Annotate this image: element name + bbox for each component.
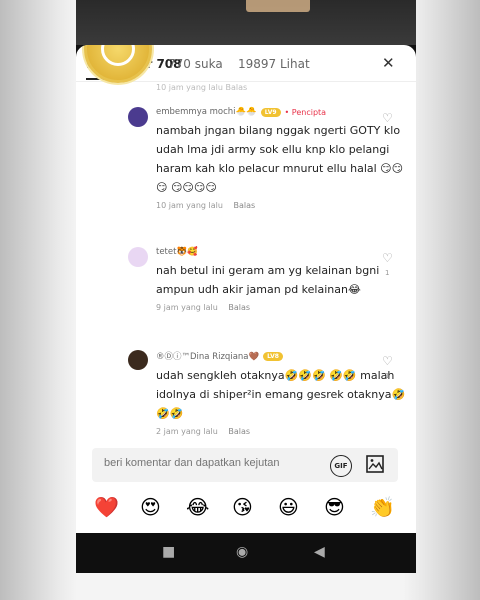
comment-text: nambah jngan bilang nggak ngerti GOTY kl… <box>156 124 404 194</box>
emoji-smile-icon[interactable]: 😃 <box>278 495 299 519</box>
emoji-clap-icon[interactable]: 👏 <box>370 495 395 519</box>
emoji-sunglasses-icon[interactable]: 😎 <box>324 495 345 519</box>
image-icon[interactable] <box>365 454 385 474</box>
recent-apps-icon[interactable]: ■ <box>162 544 175 560</box>
like-heart-icon[interactable]: ♡ <box>382 251 393 265</box>
emoji-heart-eyes-icon[interactable]: 😍 <box>140 495 161 519</box>
level-badge: LV8 <box>263 351 283 361</box>
comment-username[interactable]: embemmya mochi🐣🐣 LV9 • Pencipta <box>156 107 406 117</box>
avatar[interactable] <box>128 247 148 267</box>
gif-button[interactable]: GIF <box>330 455 352 477</box>
comment-sheet: Komentar 708 770 suka 19897 Lihat ✕ 10 j… <box>76 45 416 533</box>
like-count: 1 <box>385 269 390 277</box>
comment-item: embemmya mochi🐣🐣 LV9 • Pencipta nambah j… <box>156 107 406 210</box>
emoji-laugh-icon[interactable]: 😂 <box>186 495 209 519</box>
reply-button[interactable]: Balas <box>228 303 250 312</box>
comment-time: 10 jam yang lalu <box>156 201 223 210</box>
reply-button[interactable]: Balas <box>233 201 255 210</box>
tab-views[interactable]: 19897 Lihat <box>238 57 310 71</box>
avatar[interactable] <box>128 350 148 370</box>
emoji-quick-row: ❤️ 😍 😂 😘 😃 😎 👏 <box>76 490 416 526</box>
back-icon[interactable]: ◀ <box>314 544 325 560</box>
username-text: tetet🐯🥰 <box>156 247 198 257</box>
phone-screen: Komentar 708 770 suka 19897 Lihat ✕ 10 j… <box>76 0 416 573</box>
comment-text: udah sengkleh otaknya🤣🤣🤣 🤣🤣 malah idolny… <box>156 369 406 420</box>
comment-meta: 9 jam yang lalu Balas <box>156 303 406 312</box>
comment-meta: 2 jam yang lalu Balas <box>156 427 406 436</box>
creator-label: • Pencipta <box>284 107 327 117</box>
comment-input[interactable] <box>102 456 316 470</box>
comment-username[interactable]: ®Ⓓⓘ™Dina Rizqiana🤎 LV8 <box>156 350 406 362</box>
video-thumbnail <box>246 0 310 12</box>
emoji-kiss-icon[interactable]: 😘 <box>232 495 253 519</box>
like-heart-icon[interactable]: ♡ <box>382 111 393 125</box>
tab-likes[interactable]: 770 suka <box>168 57 223 71</box>
logo-ring <box>101 45 135 66</box>
video-strip <box>76 0 416 45</box>
comment-item: tetet🐯🥰 nah betul ini geram am yg kelain… <box>156 247 406 312</box>
comment-username[interactable]: tetet🐯🥰 <box>156 247 406 257</box>
avatar[interactable] <box>128 107 148 127</box>
system-nav-bar: ■ ◉ ◀ <box>76 533 416 573</box>
username-text: embemmya mochi🐣🐣 <box>156 107 257 117</box>
like-heart-icon[interactable]: ♡ <box>382 354 393 368</box>
comment-input-bar: GIF <box>92 448 398 482</box>
close-button[interactable]: ✕ <box>382 54 395 72</box>
reply-button[interactable]: Balas <box>228 427 250 436</box>
previous-comment-meta: 10 jam yang lalu Balas <box>156 83 248 92</box>
comment-item: ®Ⓓⓘ™Dina Rizqiana🤎 LV8 udah sengkleh ota… <box>156 350 406 436</box>
comment-time: 2 jam yang lalu <box>156 427 218 436</box>
like-count: 1 <box>385 372 390 380</box>
username-text: ®Ⓓⓘ™Dina Rizqiana🤎 <box>156 352 260 362</box>
comment-meta: 10 jam yang lalu Balas <box>156 201 406 210</box>
emoji-heart-icon[interactable]: ❤️ <box>94 495 119 519</box>
level-badge: LV9 <box>260 107 281 117</box>
comment-time: 9 jam yang lalu <box>156 303 218 312</box>
comment-text: nah betul ini geram am yg kelainan bgni … <box>156 264 380 296</box>
home-icon[interactable]: ◉ <box>236 544 248 560</box>
